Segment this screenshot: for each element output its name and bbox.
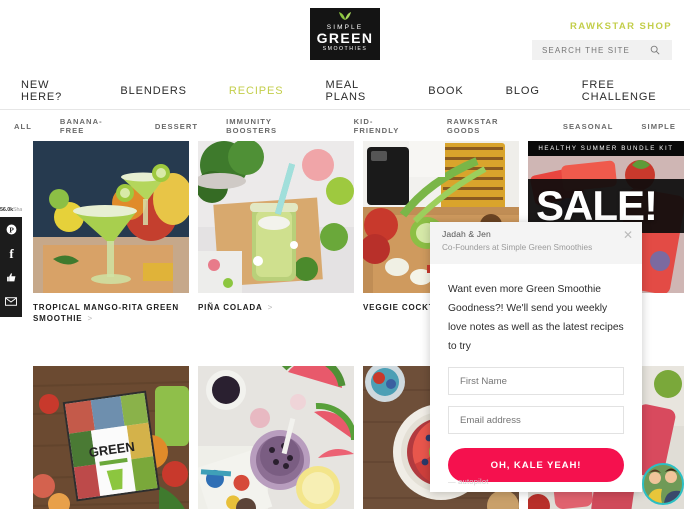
popup-author-role: Co-Founders at Simple Green Smoothies <box>442 243 593 252</box>
close-icon[interactable]: ✕ <box>622 229 634 242</box>
social-share-rail: 56.0kShares P f <box>0 203 22 317</box>
nav-item-recipes[interactable]: RECIPES <box>208 85 305 97</box>
recipe-card-tropical-mango-rita[interactable]: TROPICAL MANGO-RITA GREEN SMOOTHIE > <box>33 141 189 324</box>
leaf-icon <box>339 12 351 20</box>
page-root: SIMPLE GREEN SMOOTHIES RAWKSTAR SHOP NEW… <box>0 0 690 509</box>
newsletter-popup: Jadah & Jen Co-Founders at Simple Green … <box>430 222 642 492</box>
category-navigation: ALL BANANA-FREE DESSERT IMMUNITY BOOSTERS KI… <box>0 111 690 141</box>
nav-item-meal-plans[interactable]: MEAL PLANS <box>305 79 408 103</box>
popup-header: Jadah & Jen Co-Founders at Simple Green … <box>430 222 642 264</box>
recipe-thumbnail[interactable]: GREEN <box>33 366 189 509</box>
promo-banner: HEALTHY SUMMER BUNDLE KIT <box>528 141 684 156</box>
search-input[interactable] <box>532 40 644 60</box>
recipe-caption[interactable]: PIÑA COLADA > <box>198 293 354 313</box>
nav-item-blenders[interactable]: BLENDERS <box>99 85 208 97</box>
category-all[interactable]: ALL <box>0 122 46 131</box>
svg-text:P: P <box>9 225 14 234</box>
recipe-thumbnail[interactable] <box>198 366 354 509</box>
share-count: 56.0kShares <box>0 203 22 217</box>
first-name-field[interactable] <box>448 367 624 395</box>
site-header: SIMPLE GREEN SMOOTHIES RAWKSTAR SHOP <box>0 0 690 72</box>
recipe-card-the-book[interactable]: GREEN THE BOOK> <box>33 366 189 509</box>
email-input[interactable] <box>449 407 623 433</box>
logo-line-smoothies: SMOOTHIES <box>322 45 368 52</box>
rawkstar-shop-link[interactable]: RAWKSTAR SHOP <box>570 21 672 32</box>
share-count-number: 56.0k <box>0 207 13 213</box>
category-kid-friendly[interactable]: KID-FRIENDLY <box>340 117 433 135</box>
search-box[interactable] <box>532 40 672 60</box>
email-field[interactable] <box>448 406 624 434</box>
popup-author-name: Jadah & Jen <box>442 229 491 239</box>
popup-message: Want even more Green Smoothie Goodness?!… <box>448 284 624 352</box>
nav-item-blog[interactable]: BLOG <box>485 85 561 97</box>
nav-item-book[interactable]: BOOK <box>407 85 484 97</box>
logo-line-green: GREEN <box>316 29 374 46</box>
recipe-title: TROPICAL MANGO-RITA GREEN SMOOTHIE <box>33 303 179 323</box>
autopilot-label: autopilot <box>458 477 489 486</box>
svg-text:f: f <box>9 247 14 259</box>
category-rawkstar-goods[interactable]: RAWKSTAR GOODS <box>433 117 549 135</box>
chevron-right-icon: > <box>87 314 93 323</box>
category-seasonal[interactable]: SEASONAL <box>549 122 628 131</box>
thumbs-up-icon[interactable] <box>0 265 22 289</box>
nav-item-new-here[interactable]: NEW HERE? <box>0 79 99 103</box>
recipe-thumbnail[interactable] <box>33 141 189 293</box>
category-simple[interactable]: SIMPLE <box>627 122 690 131</box>
facebook-icon[interactable]: f <box>0 241 22 265</box>
popup-body: Want even more Green Smoothie Goodness?!… <box>430 264 642 482</box>
category-dessert[interactable]: DESSERT <box>141 122 212 131</box>
pinterest-icon[interactable]: P <box>0 217 22 241</box>
site-logo[interactable]: SIMPLE GREEN SMOOTHIES <box>310 8 380 60</box>
recipe-title: PIÑA COLADA <box>198 303 263 312</box>
category-banana-free[interactable]: BANANA-FREE <box>46 117 141 135</box>
chevron-right-icon: > <box>267 303 274 312</box>
autopilot-branding: — autopilot <box>448 477 489 486</box>
recipe-thumbnail[interactable] <box>198 141 354 293</box>
nav-item-free-challenge[interactable]: FREE CHALLENGE <box>561 79 690 103</box>
chat-avatar-icon[interactable] <box>642 463 684 505</box>
category-immunity-boosters[interactable]: IMMUNITY BOOSTERS <box>212 117 340 135</box>
recipe-card-pina-colada[interactable]: PIÑA COLADA > <box>198 141 354 324</box>
first-name-input[interactable] <box>449 368 623 394</box>
recipe-card-watermelon-acai[interactable]: WATERMELON ACAI> <box>198 366 354 509</box>
email-icon[interactable] <box>0 289 22 313</box>
main-navigation: NEW HERE? BLENDERS RECIPES MEAL PLANS BOOK BL… <box>0 72 690 110</box>
share-count-label: Shares <box>13 207 22 213</box>
search-icon[interactable] <box>644 45 666 55</box>
recipe-caption[interactable]: TROPICAL MANGO-RITA GREEN SMOOTHIE > <box>33 293 189 324</box>
